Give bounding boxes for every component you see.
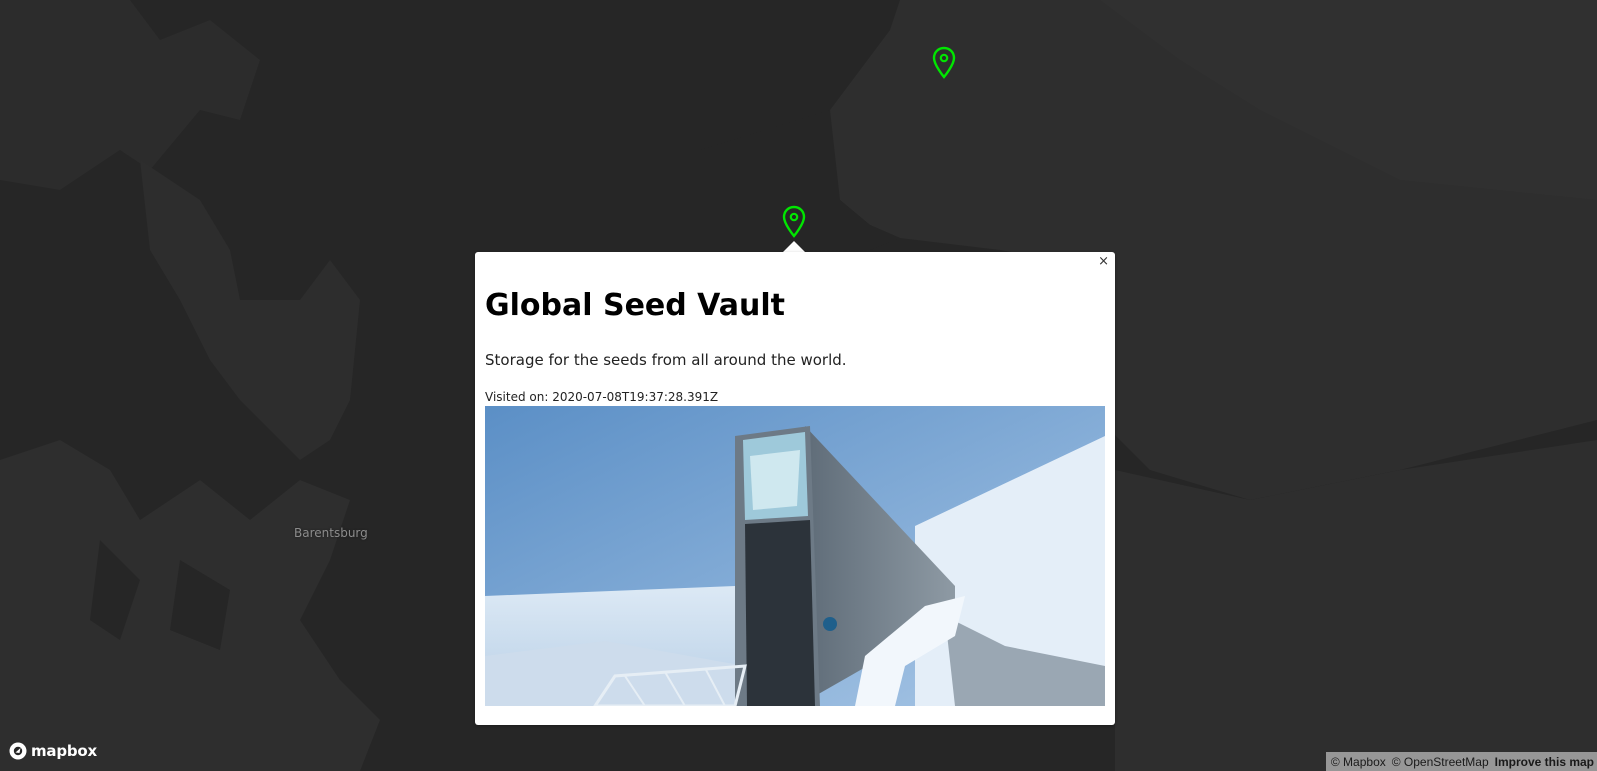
map-attribution: © Mapbox © OpenStreetMap Improve this ma… [1325,752,1597,771]
popup-close-button[interactable]: × [1096,253,1111,271]
map-marker-pin-icon[interactable] [931,46,957,80]
popup-description: Storage for the seeds from all around th… [485,351,847,369]
location-popup: × Global Seed Vault Storage for the seed… [475,252,1115,725]
attribution-mapbox-link[interactable]: © Mapbox [1331,755,1386,769]
seed-vault-photo [485,406,1105,706]
mapbox-logo-text: mapbox [31,742,98,760]
place-label-barentsburg: Barentsburg [294,526,368,540]
popup-visited-date: Visited on: 2020-07-08T19:37:28.391Z [485,390,719,404]
popup-title: Global Seed Vault [485,288,785,323]
mapbox-logo[interactable]: mapbox [8,740,97,762]
popup-tip [783,241,805,252]
attribution-osm-link[interactable]: © OpenStreetMap [1392,755,1489,769]
map-marker-pin-icon[interactable] [781,205,807,239]
mapbox-logo-icon [9,742,27,760]
improve-map-link[interactable]: Improve this map [1495,755,1594,769]
